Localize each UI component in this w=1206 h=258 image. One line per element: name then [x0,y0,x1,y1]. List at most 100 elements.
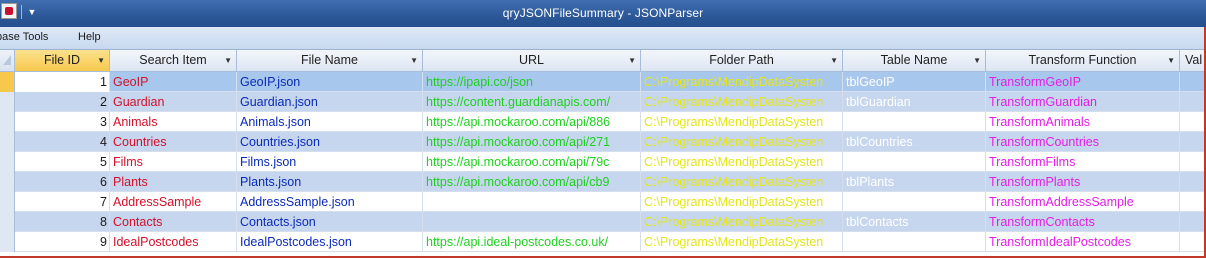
cell-val[interactable] [1180,132,1206,152]
column-header-file-id[interactable]: File ID ▼ [15,50,110,71]
table-row[interactable]: 5 Films Films.json https://api.mockaroo.… [0,152,1206,172]
cell-folder-path[interactable]: C:\Programs\MendipDataSysten [641,112,843,132]
table-row[interactable]: 7 AddressSample AddressSample.json C:\Pr… [0,192,1206,212]
cell-file-id[interactable]: 7 [15,192,110,212]
cell-table-name[interactable]: tblGuardian [843,92,986,112]
cell-folder-path[interactable]: C:\Programs\MendipDataSysten [641,72,843,92]
cell-file-id[interactable]: 1 [15,72,110,92]
chevron-down-icon[interactable]: ▼ [1167,50,1175,71]
cell-table-name[interactable] [843,192,986,212]
table-row[interactable]: 1 GeoIP GeoIP.json https://ipapi.co/json… [0,72,1206,92]
chevron-down-icon[interactable]: ▼ [830,50,838,71]
cell-url[interactable] [423,192,641,212]
cell-file-id[interactable]: 4 [15,132,110,152]
cell-folder-path[interactable]: C:\Programs\MendipDataSysten [641,152,843,172]
row-selector[interactable] [0,172,15,192]
column-header-table-name[interactable]: Table Name ▼ [843,50,986,71]
cell-search-item[interactable]: Films [110,152,237,172]
cell-file-name[interactable]: Animals.json [237,112,423,132]
cell-file-name[interactable]: Countries.json [237,132,423,152]
cell-url[interactable]: https://ipapi.co/json [423,72,641,92]
cell-table-name[interactable]: tblGeoIP [843,72,986,92]
cell-search-item[interactable]: IdealPostcodes [110,232,237,252]
cell-val[interactable] [1180,232,1206,252]
column-header-transform-function[interactable]: Transform Function ▼ [986,50,1180,71]
cell-folder-path[interactable]: C:\Programs\MendipDataSysten [641,172,843,192]
cell-url[interactable]: https://api.mockaroo.com/api/271 [423,132,641,152]
cell-folder-path[interactable]: C:\Programs\MendipDataSysten [641,132,843,152]
row-selector[interactable] [0,132,15,152]
select-all-corner[interactable] [0,50,15,71]
cell-folder-path[interactable]: C:\Programs\MendipDataSysten [641,192,843,212]
row-selector[interactable] [0,92,15,112]
cell-file-id[interactable]: 2 [15,92,110,112]
cell-transform-function[interactable]: TransformGuardian [986,92,1180,112]
cell-file-name[interactable]: Films.json [237,152,423,172]
cell-url[interactable]: https://api.mockaroo.com/api/cb9 [423,172,641,192]
column-header-url[interactable]: URL ▼ [423,50,641,71]
cell-file-id[interactable]: 5 [15,152,110,172]
cell-val[interactable] [1180,92,1206,112]
cell-file-id[interactable]: 3 [15,112,110,132]
cell-transform-function[interactable]: TransformAnimals [986,112,1180,132]
cell-file-name[interactable]: IdealPostcodes.json [237,232,423,252]
menu-item-help[interactable]: Help [78,31,101,43]
cell-search-item[interactable]: Countries [110,132,237,152]
row-selector[interactable] [0,192,15,212]
chevron-down-icon[interactable]: ▼ [224,50,232,71]
cell-val[interactable] [1180,112,1206,132]
table-row[interactable]: 4 Countries Countries.json https://api.m… [0,132,1206,152]
column-header-folder-path[interactable]: Folder Path ▼ [641,50,843,71]
cell-file-id[interactable]: 9 [15,232,110,252]
cell-file-name[interactable]: AddressSample.json [237,192,423,212]
chevron-down-icon[interactable]: ▼ [410,50,418,71]
cell-table-name[interactable] [843,152,986,172]
cell-file-id[interactable]: 8 [15,212,110,232]
cell-file-id[interactable]: 6 [15,172,110,192]
cell-transform-function[interactable]: TransformIdealPostcodes [986,232,1180,252]
cell-transform-function[interactable]: TransformAddressSample [986,192,1180,212]
cell-url[interactable]: https://api.ideal-postcodes.co.uk/ [423,232,641,252]
cell-table-name[interactable] [843,232,986,252]
cell-val[interactable] [1180,152,1206,172]
row-selector[interactable] [0,152,15,172]
cell-file-name[interactable]: Guardian.json [237,92,423,112]
cell-val[interactable] [1180,72,1206,92]
table-row[interactable]: 3 Animals Animals.json https://api.mocka… [0,112,1206,132]
cell-transform-function[interactable]: TransformContacts [986,212,1180,232]
cell-file-name[interactable]: Plants.json [237,172,423,192]
column-header-file-name[interactable]: File Name ▼ [237,50,423,71]
cell-table-name[interactable]: tblPlants [843,172,986,192]
cell-table-name[interactable] [843,112,986,132]
cell-folder-path[interactable]: C:\Programs\MendipDataSysten [641,212,843,232]
table-row[interactable]: 8 Contacts Contacts.json C:\Programs\Men… [0,212,1206,232]
cell-search-item[interactable]: Contacts [110,212,237,232]
cell-file-name[interactable]: GeoIP.json [237,72,423,92]
cell-transform-function[interactable]: TransformCountries [986,132,1180,152]
row-selector[interactable] [0,232,15,252]
cell-search-item[interactable]: AddressSample [110,192,237,212]
cell-val[interactable] [1180,192,1206,212]
cell-table-name[interactable]: tblContacts [843,212,986,232]
table-row[interactable]: 9 IdealPostcodes IdealPostcodes.json htt… [0,232,1206,252]
cell-folder-path[interactable]: C:\Programs\MendipDataSysten [641,232,843,252]
cell-search-item[interactable]: Plants [110,172,237,192]
cell-search-item[interactable]: GeoIP [110,72,237,92]
column-header-search-item[interactable]: Search Item ▼ [110,50,237,71]
chevron-down-icon[interactable]: ▼ [628,50,636,71]
menu-item-database-tools[interactable]: base Tools [0,31,48,43]
cell-folder-path[interactable]: C:\Programs\MendipDataSysten [641,92,843,112]
cell-transform-function[interactable]: TransformPlants [986,172,1180,192]
cell-url[interactable]: https://api.mockaroo.com/api/79c [423,152,641,172]
cell-search-item[interactable]: Guardian [110,92,237,112]
cell-transform-function[interactable]: TransformFilms [986,152,1180,172]
row-selector[interactable] [0,72,15,92]
cell-file-name[interactable]: Contacts.json [237,212,423,232]
row-selector[interactable] [0,212,15,232]
cell-val[interactable] [1180,212,1206,232]
table-row[interactable]: 2 Guardian Guardian.json https://content… [0,92,1206,112]
cell-table-name[interactable]: tblCountries [843,132,986,152]
cell-url[interactable] [423,212,641,232]
cell-url[interactable]: https://api.mockaroo.com/api/886 [423,112,641,132]
row-selector[interactable] [0,112,15,132]
